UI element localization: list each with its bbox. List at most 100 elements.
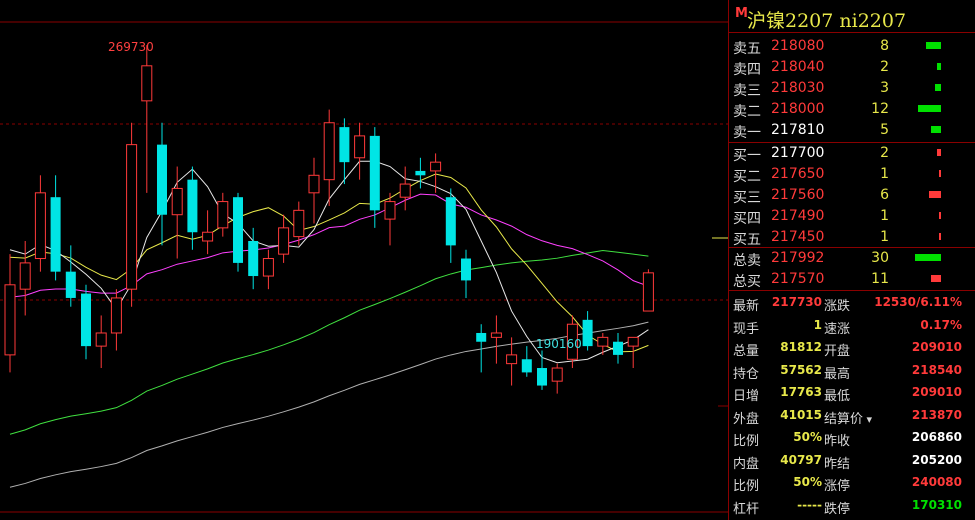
moving-average-lines [9, 160, 649, 488]
stat-value-2: 218540 [911, 362, 962, 377]
low-price-label: 190160 [536, 337, 582, 351]
stat-label-2: 速涨 [824, 321, 851, 337]
stats-row: 持仓 57562 最高 218540 [729, 360, 975, 383]
candle-up [642, 272, 654, 312]
buy-order-row[interactable]: 买五 217450 1 [729, 227, 975, 248]
stat-label-2: 涨跌 [824, 299, 851, 314]
candle-up [323, 122, 335, 181]
stats-row: 最新 217730 涨跌 12530/6.11% [729, 292, 975, 315]
stat-value-2: 209010 [911, 340, 962, 354]
buy-order-qty: 1 [880, 229, 889, 245]
buy-order-row[interactable]: 买一 217700 2 [729, 143, 975, 164]
order-total-row[interactable]: 总卖 217992 30 [729, 248, 975, 269]
candle-down [81, 293, 91, 347]
order-total-qty: 11 [871, 271, 889, 287]
candle-up [141, 65, 153, 102]
stat-label-2: 昨结 [824, 456, 851, 472]
candle-up [4, 284, 16, 356]
quote-panel: M 沪镍2207 ni2207 卖五 218080 8 卖四 218040 2 卖三 2180… [728, 0, 975, 520]
instrument-header: M 沪镍2207 ni2207 [729, 0, 975, 33]
dropdown-icon[interactable]: ▾ [863, 413, 873, 426]
order-total-label: 总卖 [733, 253, 761, 269]
order-total-volume-bar [915, 254, 941, 261]
candlestick-chart[interactable] [0, 0, 728, 520]
buy-order-label: 买四 [733, 211, 761, 227]
stat-label-2: 开盘 [824, 344, 851, 359]
stat-value-2: 213870 [911, 407, 962, 422]
stats-row: 现手 1 速涨 0.17% [729, 315, 975, 338]
buy-order-row[interactable]: 买三 217560 6 [729, 185, 975, 206]
candle-down [476, 332, 487, 342]
buy-order-volume-bar [939, 212, 941, 219]
buy-order-qty: 1 [880, 166, 889, 182]
candle-up [126, 144, 138, 290]
stat-value-2: 209010 [911, 385, 962, 399]
high-price-label: 269730 [108, 40, 154, 54]
stat-value: 50% [793, 430, 822, 444]
buy-order-volume-bar [939, 233, 941, 240]
stat-value: 17763 [780, 385, 822, 399]
candle-down [157, 144, 167, 215]
stats-row: 内盘 40797 昨结 205200 [729, 450, 975, 473]
candle-up [171, 187, 183, 216]
sell-order-price: 217810 [771, 122, 825, 138]
sell-order-row[interactable]: 卖四 218040 2 [729, 57, 975, 78]
buy-order-qty: 6 [880, 187, 889, 203]
sell-order-row[interactable]: 卖三 218030 3 [729, 78, 975, 99]
stat-label-2: 涨停 [824, 479, 851, 494]
stat-label-2[interactable]: 结算价 ▾ [824, 408, 872, 427]
buy-order-volume-bar [929, 191, 941, 198]
stats-row: 日增 17763 最低 209010 [729, 382, 975, 405]
buy-order-label: 买三 [733, 190, 761, 206]
candle-up [95, 332, 107, 347]
stat-value: 50% [793, 475, 822, 489]
sell-order-qty: 8 [880, 38, 889, 54]
buy-order-qty: 1 [880, 208, 889, 224]
stat-value-2: 240080 [911, 475, 962, 489]
stat-label: 内盘 [733, 456, 760, 472]
candle-up [597, 336, 609, 347]
sell-order-price: 218030 [771, 80, 825, 96]
sell-order-price: 218000 [771, 101, 825, 117]
sell-order-volume-bar [931, 126, 941, 133]
order-total-label: 总买 [733, 274, 761, 290]
sell-order-volume-bar [918, 105, 941, 112]
candle-down [65, 271, 76, 298]
stat-value: 40797 [780, 452, 822, 467]
candle-down [233, 197, 243, 263]
sell-order-row[interactable]: 卖一 217810 5 [729, 120, 975, 141]
instrument-title: 沪镍2207 ni2207 [747, 10, 907, 32]
stats-row: 总量 81812 开盘 209010 [729, 337, 975, 360]
stat-value-2: 12530/6.11% [874, 295, 962, 309]
stat-label: 日增 [733, 389, 760, 404]
sell-order-row[interactable]: 卖二 218000 12 [729, 99, 975, 120]
candle-up [354, 135, 366, 159]
sell-order-qty: 5 [880, 122, 889, 138]
sell-order-row[interactable]: 卖五 218080 8 [729, 36, 975, 57]
candle-down [248, 241, 259, 277]
buy-order-row[interactable]: 买二 217650 1 [729, 164, 975, 185]
sell-order-qty: 12 [871, 101, 889, 117]
stat-value: ----- [797, 497, 822, 512]
sell-order-qty: 3 [880, 80, 889, 96]
candle-down [369, 135, 380, 211]
buy-order-price: 217650 [771, 166, 825, 182]
stat-label: 最新 [733, 299, 760, 314]
order-total-row[interactable]: 总买 217570 11 [729, 269, 975, 290]
sell-order-volume-bar [935, 84, 941, 91]
buy-order-price: 217700 [771, 145, 825, 161]
stat-label: 外盘 [733, 411, 760, 427]
candle-up [34, 192, 46, 260]
buy-order-qty: 2 [880, 145, 889, 161]
sell-order-qty: 2 [880, 59, 889, 75]
buy-order-row[interactable]: 买四 217490 1 [729, 206, 975, 227]
buy-order-price: 217450 [771, 229, 825, 245]
candle-up [202, 231, 214, 242]
sell-order-volume-bar [937, 63, 941, 70]
candle-down [50, 197, 61, 272]
stat-label: 比例 [733, 479, 760, 494]
stat-value: 217730 [771, 295, 822, 309]
candle-up [308, 174, 320, 194]
candle-down [613, 341, 623, 355]
candle-up [217, 201, 229, 229]
